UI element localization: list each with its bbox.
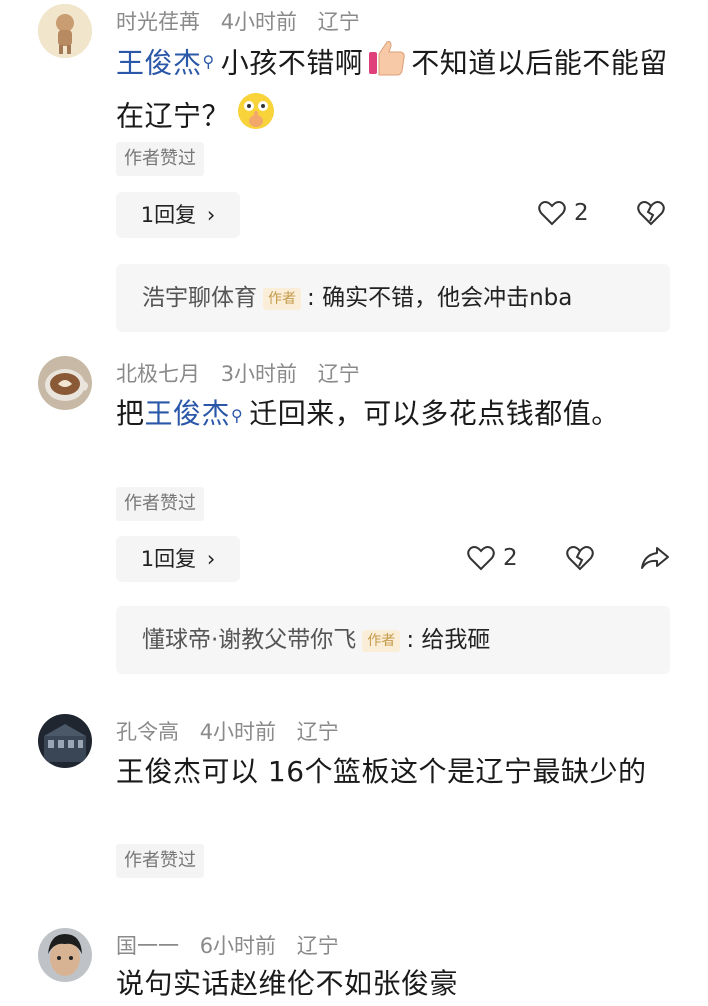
- heart-icon: [538, 201, 566, 226]
- comment-text-part: 迁回来，可以多花点钱都值。: [249, 397, 620, 430]
- comment-text: 王俊杰⚲ 小孩不错啊 不知道以后能不能留在辽宁？: [116, 38, 668, 144]
- timestamp: 4小时前: [199, 720, 277, 744]
- avatar[interactable]: [38, 714, 92, 768]
- like-button[interactable]: 2: [538, 200, 589, 226]
- comment-text: 王俊杰可以 16个篮板这个是辽宁最缺少的: [116, 755, 647, 788]
- author-liked-tag: 作者赞过: [116, 487, 204, 521]
- mention-search-icon: ⚲: [231, 406, 244, 425]
- reply-text: 给我砸: [421, 627, 491, 653]
- avatar[interactable]: [38, 928, 92, 982]
- thumbs-up-emoji-icon: [367, 38, 407, 91]
- comment-item: 北极七月 3小时前 辽宁 把王俊杰⚲ 迁回来，可以多花点钱都值。 作者赞过 1回复…: [0, 354, 708, 684]
- comment-text-part: 把: [116, 397, 145, 430]
- chevron-right-icon: ›: [206, 203, 216, 227]
- reply-preview[interactable]: 浩宇聊体育 作者: 确实不错，他会冲击nba: [116, 264, 670, 332]
- location: 辽宁: [296, 934, 339, 958]
- avatar[interactable]: [38, 356, 92, 410]
- location: 辽宁: [317, 10, 360, 34]
- avatar-coffee-icon: [38, 356, 92, 410]
- author-liked-tag: 作者赞过: [116, 142, 204, 176]
- mention-link[interactable]: 王俊杰: [116, 47, 202, 80]
- comment-text: 把王俊杰⚲ 迁回来，可以多花点钱都值。: [116, 392, 668, 436]
- location: 辽宁: [296, 720, 339, 744]
- timestamp: 3小时前: [220, 362, 298, 386]
- dislike-button[interactable]: [637, 200, 665, 230]
- author-badge: 作者: [362, 629, 401, 652]
- author-liked-tag: 作者赞过: [116, 844, 204, 878]
- mention-search-icon: ⚲: [202, 52, 215, 71]
- reply-count-label: 1回复: [140, 547, 197, 571]
- avatar-figure-icon: [38, 4, 92, 58]
- reply-count-label: 1回复: [140, 203, 197, 227]
- view-replies-button[interactable]: 1回复 ›: [116, 536, 240, 582]
- location: 辽宁: [317, 362, 360, 386]
- comment-item: 国一一 6小时前 辽宁 说句实话赵维伦不如张俊豪: [0, 926, 708, 1000]
- author-badge: 作者: [263, 287, 301, 310]
- like-count: 2: [574, 200, 589, 226]
- comment-item: 时光荏苒 4小时前 辽宁 王俊杰⚲ 小孩不错啊 不知道以后能不能留在辽宁？ 作者赞…: [0, 0, 708, 340]
- comment-meta: 国一一 6小时前 辽宁: [116, 930, 353, 960]
- like-button[interactable]: 2: [467, 545, 518, 571]
- comment-item: 孔令高 4小时前 辽宁 王俊杰可以 16个篮板这个是辽宁最缺少的 作者赞过: [0, 712, 708, 892]
- avatar-building-icon: [38, 714, 92, 768]
- dislike-button[interactable]: [566, 545, 594, 575]
- share-icon: [641, 547, 669, 569]
- username[interactable]: 孔令高: [116, 720, 179, 744]
- comment-text: 说句实话赵维伦不如张俊豪: [116, 967, 459, 1000]
- heart-icon: [467, 546, 495, 571]
- broken-heart-icon: [566, 546, 594, 571]
- share-button[interactable]: [640, 545, 670, 575]
- mention-link[interactable]: 王俊杰: [145, 397, 231, 430]
- reply-text: 确实不错，他会冲击nba: [322, 285, 573, 311]
- comment-text-part: 小孩不错啊: [220, 46, 364, 80]
- broken-heart-icon: [637, 201, 665, 226]
- comment-meta: 北极七月 3小时前 辽宁: [116, 358, 374, 388]
- timestamp: 4小时前: [220, 10, 298, 34]
- like-count: 2: [503, 545, 518, 571]
- username[interactable]: 北极七月: [116, 362, 200, 386]
- chevron-right-icon: ›: [206, 547, 216, 571]
- timestamp: 6小时前: [199, 934, 277, 958]
- username[interactable]: 时光荏苒: [116, 10, 200, 34]
- comment-meta: 孔令高 4小时前 辽宁: [116, 716, 353, 746]
- shush-face-emoji-icon: [234, 91, 278, 144]
- reply-author-name[interactable]: 懂球帝·谢教父带你飞: [142, 627, 356, 653]
- avatar[interactable]: [38, 4, 92, 58]
- avatar-face-icon: [38, 928, 92, 982]
- view-replies-button[interactable]: 1回复 ›: [116, 192, 240, 238]
- reply-author-name[interactable]: 浩宇聊体育: [142, 285, 257, 311]
- username[interactable]: 国一一: [116, 934, 179, 958]
- reply-preview[interactable]: 懂球帝·谢教父带你飞 作者: 给我砸: [116, 606, 670, 674]
- comment-meta: 时光荏苒 4小时前 辽宁: [116, 6, 374, 36]
